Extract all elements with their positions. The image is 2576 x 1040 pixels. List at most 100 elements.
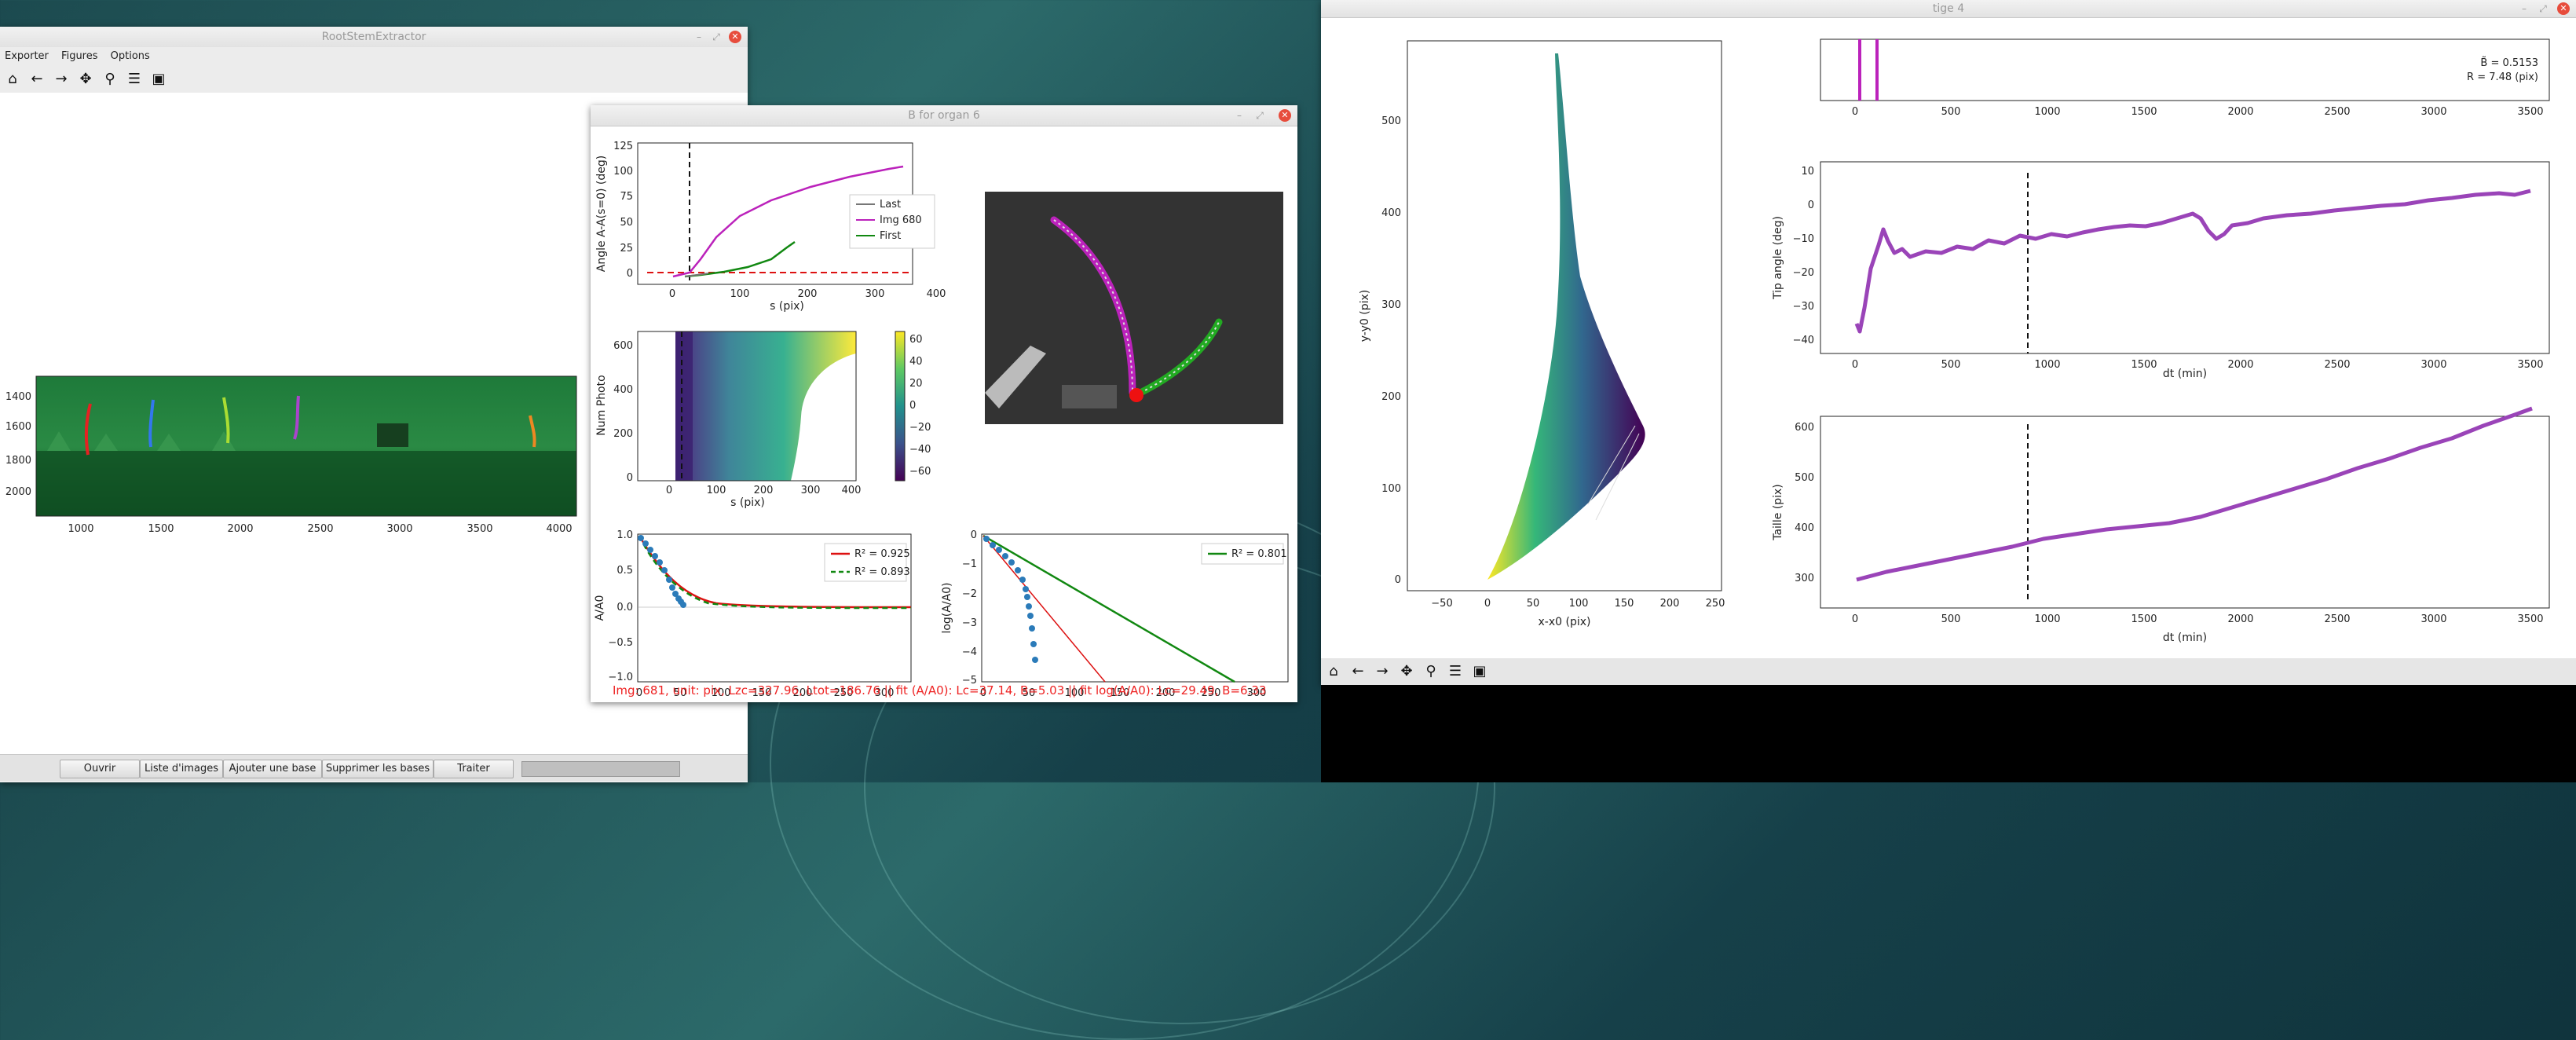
save-icon[interactable]: ▣ [1469,661,1490,682]
colorbar-tick: 0 [909,400,916,412]
home-icon[interactable]: ⌂ [1323,661,1344,682]
open-button[interactable]: Ouvrir [60,760,140,778]
home-icon[interactable]: ⌂ [2,69,23,90]
forward-arrow-icon[interactable]: → [51,69,71,90]
legend-img: Img 680 [880,214,922,226]
x-tick: 3000 [386,523,412,535]
heatmap-xtick: 400 [842,485,862,496]
back-arrow-icon[interactable]: ← [27,69,47,90]
save-icon[interactable]: ▣ [148,69,169,90]
configure-icon[interactable]: ☰ [124,69,145,90]
angle-heatmap: 60 40 20 0 −20 −40 −60 600 400 200 0 0 1… [595,331,931,509]
close-icon[interactable]: ✕ [2557,2,2570,15]
r-annotation: R = 7.48 (pix) [2467,71,2538,83]
xy-xtick: 100 [1569,598,1589,610]
heatmap-xlabel: s (pix) [730,496,765,509]
angle-ylabel: Angle A-A(s=0) (deg) [595,156,608,273]
tige-window-titlebar[interactable]: tige 4 – ⤢ ✕ [1321,0,2576,18]
back-arrow-icon[interactable]: ← [1348,661,1368,682]
tige-window: tige 4 – ⤢ ✕ 500 400 300 200 100 0 −50 0… [1321,0,2576,685]
angle-xtick: 300 [865,288,885,300]
colorbar-tick: −20 [909,422,931,434]
minimize-icon[interactable]: – [1233,109,1246,122]
length-ytick: 500 [1795,472,1814,484]
organ-figure[interactable]: Last Img 680 First 125 100 75 50 25 0 0 … [591,126,1297,702]
length-xtick: 1000 [2034,613,2060,625]
remove-bases-button[interactable]: Supprimer les bases [322,760,434,778]
tip-ylabel: Tip angle (deg) [1772,216,1784,300]
tip-ytick: −30 [1793,301,1814,313]
legend-r2-fit: R² = 0.925 [854,548,910,560]
decay-ytick: 0.5 [617,565,633,577]
xy-xtick: −50 [1431,598,1452,610]
angle-plot: Last Img 680 First 125 100 75 50 25 0 0 … [595,141,946,313]
angle-ytick: 50 [620,217,633,229]
root-window-titlebar[interactable]: RootStemExtractor – ⤢ ✕ [0,27,748,48]
heatmap-ytick: 0 [627,472,633,484]
log-ytick: −2 [962,588,977,600]
xy-xtick: 150 [1615,598,1634,610]
xy-ytick: 100 [1381,483,1401,495]
minimize-icon[interactable]: – [2518,2,2530,15]
xy-xtick: 200 [1660,598,1680,610]
x-tick: 2500 [307,523,333,535]
forward-arrow-icon[interactable]: → [1372,661,1392,682]
add-base-button[interactable]: Ajouter une base [223,760,322,778]
close-icon[interactable]: ✕ [1279,109,1291,122]
length-ylabel: Taille (pix) [1772,484,1784,541]
list-images-button[interactable]: Liste d'images [140,760,223,778]
colorbar-tick: 40 [909,356,923,368]
y-tick: 1400 [5,391,31,403]
angle-xtick: 200 [798,288,818,300]
heatmap-ytick: 600 [613,340,633,352]
xy-ylabel: y-y0 (pix) [1359,290,1371,342]
close-icon[interactable]: ✕ [729,31,741,43]
tip-angle-plot: 10 0 −10 −20 −30 −40 0 500 1000 1500 200… [1772,161,2550,380]
tip-ytick: 0 [1808,200,1814,211]
b-tilde-annotation: B̃ = 0.5153 [2480,57,2538,69]
log-legend: R² = 0.801 [1201,543,1287,565]
tip-xtick: 0 [1852,359,1858,371]
angle-ytick: 125 [613,141,633,152]
minimize-icon[interactable]: – [693,31,705,43]
root-menubar: Exporter Figures Options [0,47,748,67]
y-tick: 2000 [5,486,31,498]
angle-ytick: 25 [620,243,633,255]
pan-icon[interactable]: ✥ [75,69,96,90]
decay-ytick: −0.5 [608,637,633,649]
tip-ytick: −20 [1793,267,1814,279]
length-xtick: 500 [1941,613,1961,625]
angle-legend: Last Img 680 First [849,194,935,249]
organ-window-titlebar[interactable]: B for organ 6 – ⤢ ✕ [591,105,1297,126]
tige-figure[interactable]: 500 400 300 200 100 0 −50 0 50 100 150 2… [1321,17,2576,658]
colorbar-tick: −60 [909,466,931,478]
menu-exporter[interactable]: Exporter [0,47,53,66]
length-xtick: 0 [1852,613,1858,625]
pan-icon[interactable]: ✥ [1396,661,1417,682]
maximize-icon[interactable]: ⤢ [1253,109,1266,122]
menu-options[interactable]: Options [106,47,155,66]
heatmap-ytick: 200 [613,428,633,440]
root-window-title: RootStemExtractor [321,31,426,43]
colorbar-tick: −40 [909,444,931,456]
zoom-icon[interactable]: ⚲ [100,69,120,90]
log-ylabel: log(A/A0) [941,582,953,633]
maximize-icon[interactable]: ⤢ [710,31,723,43]
tip-xtick: 1500 [2131,359,2157,371]
length-xtick: 2000 [2227,613,2253,625]
zoom-icon[interactable]: ⚲ [1421,661,1441,682]
process-button[interactable]: Traiter [434,760,514,778]
log-ytick: −1 [962,558,977,570]
strip-xtick: 2500 [2324,106,2350,118]
organ-photo [985,192,1283,424]
menu-figures[interactable]: Figures [57,47,102,66]
colorbar-tick: 60 [909,334,923,346]
heatmap-xtick: 100 [707,485,726,496]
length-xtick: 3500 [2517,613,2543,625]
root-plot-toolbar: ⌂ ← → ✥ ⚲ ☰ ▣ [0,66,748,93]
tip-xtick: 1000 [2034,359,2060,371]
length-xtick: 3000 [2420,613,2446,625]
configure-icon[interactable]: ☰ [1445,661,1465,682]
maximize-icon[interactable]: ⤢ [2537,2,2549,15]
y-tick: 1600 [5,421,31,433]
